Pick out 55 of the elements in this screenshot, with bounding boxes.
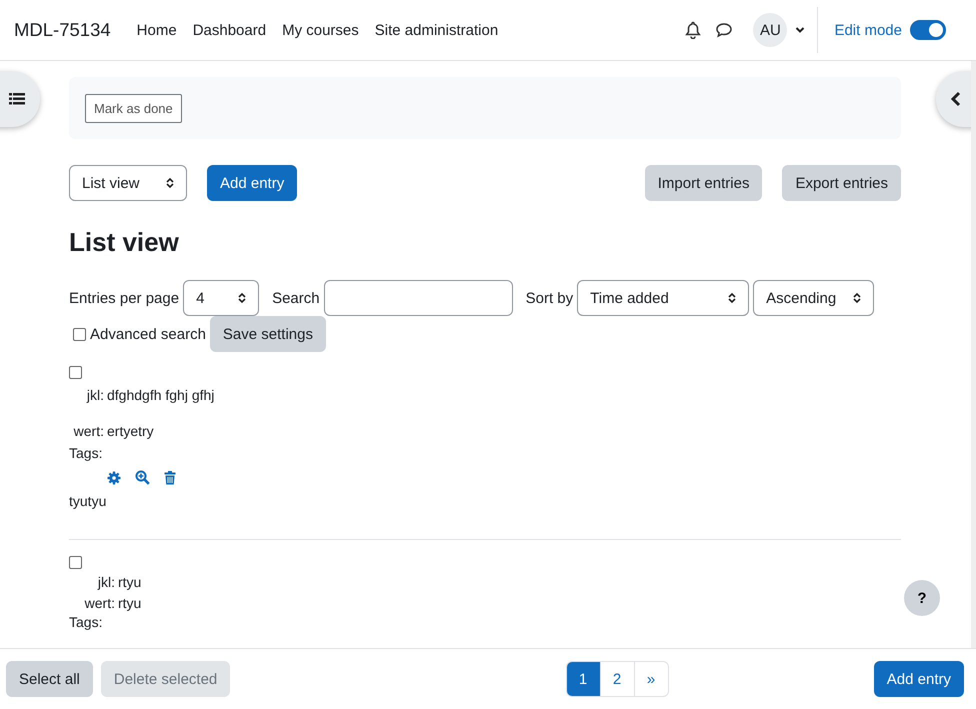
sort-arrows-icon [166, 177, 174, 189]
site-name[interactable]: MDL-75134 [14, 19, 111, 41]
sort-field-select[interactable]: Time added [577, 280, 750, 316]
next-page-link[interactable]: » [634, 662, 668, 696]
nav-link[interactable]: Home [136, 22, 177, 38]
zoom-in-icon[interactable] [135, 470, 150, 485]
field-name: jkl: [86, 387, 104, 403]
user-avatar[interactable]: AU [753, 13, 788, 47]
mark-as-done-button[interactable]: Mark as done [85, 94, 182, 122]
sort-arrows-icon [728, 292, 736, 304]
entry-text: tyutyu [69, 493, 108, 511]
tags-label: Tags: [69, 445, 102, 461]
field-value: ertyetry [107, 423, 154, 439]
nav-link[interactable]: Site administration [374, 22, 498, 38]
chat-bubble-icon[interactable] [715, 22, 734, 38]
sort-order-select[interactable]: Ascending [753, 280, 874, 316]
add-entry-button[interactable]: Add entry [207, 165, 298, 201]
entries-per-page-label: Entries per page [69, 290, 180, 306]
page-link[interactable]: 1 [566, 662, 600, 696]
entry-checkbox[interactable] [69, 556, 82, 569]
trash-icon[interactable] [164, 470, 176, 484]
field-name: wert: [72, 423, 104, 439]
settings-icon[interactable] [107, 470, 121, 484]
tags-label: Tags: [69, 614, 102, 630]
entries-per-page-select[interactable]: 4 [183, 280, 260, 316]
chevron-left-icon [950, 91, 962, 107]
select-all-button[interactable]: Select all [6, 661, 93, 697]
entry-checkbox[interactable] [69, 366, 82, 379]
save-settings-button[interactable]: Save settings [210, 316, 326, 352]
field-name: jkl: [96, 574, 115, 590]
sort-by-label: Sort by [526, 290, 574, 306]
page-link[interactable]: 2 [600, 662, 634, 696]
field-name: wert: [84, 595, 115, 611]
field-value: dfghdgfh fghj gfhj [107, 387, 214, 403]
advanced-search-label: Advanced search [90, 326, 206, 342]
edit-mode-label: Edit mode [834, 22, 902, 38]
edit-mode-switch[interactable] [910, 20, 946, 40]
caret-icon[interactable] [795, 26, 806, 34]
bell-icon[interactable] [685, 21, 702, 39]
nav-link[interactable]: Dashboard [192, 22, 266, 38]
export-entries-button[interactable]: Export entries [782, 165, 901, 201]
list-icon [9, 92, 25, 106]
field-value: rtyu [118, 574, 142, 590]
sort-arrows-icon [853, 292, 862, 304]
view-select[interactable]: List view [69, 165, 187, 201]
field-value: rtyu [118, 595, 142, 611]
help-button[interactable]: ? [904, 580, 940, 616]
search-label: Search [272, 290, 320, 306]
page-heading: List view [69, 227, 180, 258]
add-entry-button[interactable]: Add entry [874, 661, 964, 697]
search-field[interactable] [324, 280, 513, 316]
import-entries-button[interactable]: Import entries [644, 165, 762, 201]
nav-link[interactable]: My courses [282, 22, 359, 38]
advanced-search-checkbox[interactable] [73, 328, 86, 340]
sort-arrows-icon [238, 292, 246, 304]
